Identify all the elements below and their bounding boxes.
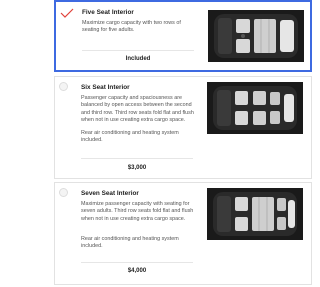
option-card-five-seat[interactable]: Five Seat Interior Maximize cargo capaci… xyxy=(54,0,312,72)
car-interior-image xyxy=(207,188,303,240)
car-interior-image xyxy=(207,82,303,134)
radio-button[interactable] xyxy=(59,188,68,197)
interior-options-page: Five Seat Interior Maximize cargo capaci… xyxy=(0,0,320,287)
option-price: $3,000 xyxy=(127,165,147,171)
option-description: Passenger capacity and spaciousness are … xyxy=(81,95,194,124)
option-price: $4,000 xyxy=(127,268,147,274)
option-note: Rear air conditioning and heating system… xyxy=(81,130,179,144)
radio-button[interactable] xyxy=(59,82,68,91)
option-card-seven-seat[interactable]: Seven Seat Interior Maximize passenger c… xyxy=(54,182,312,285)
option-price: Included xyxy=(125,56,151,62)
option-title: Six Seat Interior xyxy=(81,84,130,91)
divider xyxy=(82,50,194,51)
car-interior-image xyxy=(208,10,304,62)
checkmark-icon xyxy=(60,8,74,18)
option-card-six-seat[interactable]: Six Seat Interior Passenger capacity and… xyxy=(54,76,312,179)
option-title: Seven Seat Interior xyxy=(81,190,139,197)
option-description: Maximize passenger capacity with seating… xyxy=(81,201,194,222)
option-title: Five Seat Interior xyxy=(82,9,134,16)
divider xyxy=(81,158,193,159)
option-note: Rear air conditioning and heating system… xyxy=(81,236,179,250)
divider xyxy=(81,262,193,263)
option-description: Maximize cargo capacity with two rows of… xyxy=(82,20,181,34)
